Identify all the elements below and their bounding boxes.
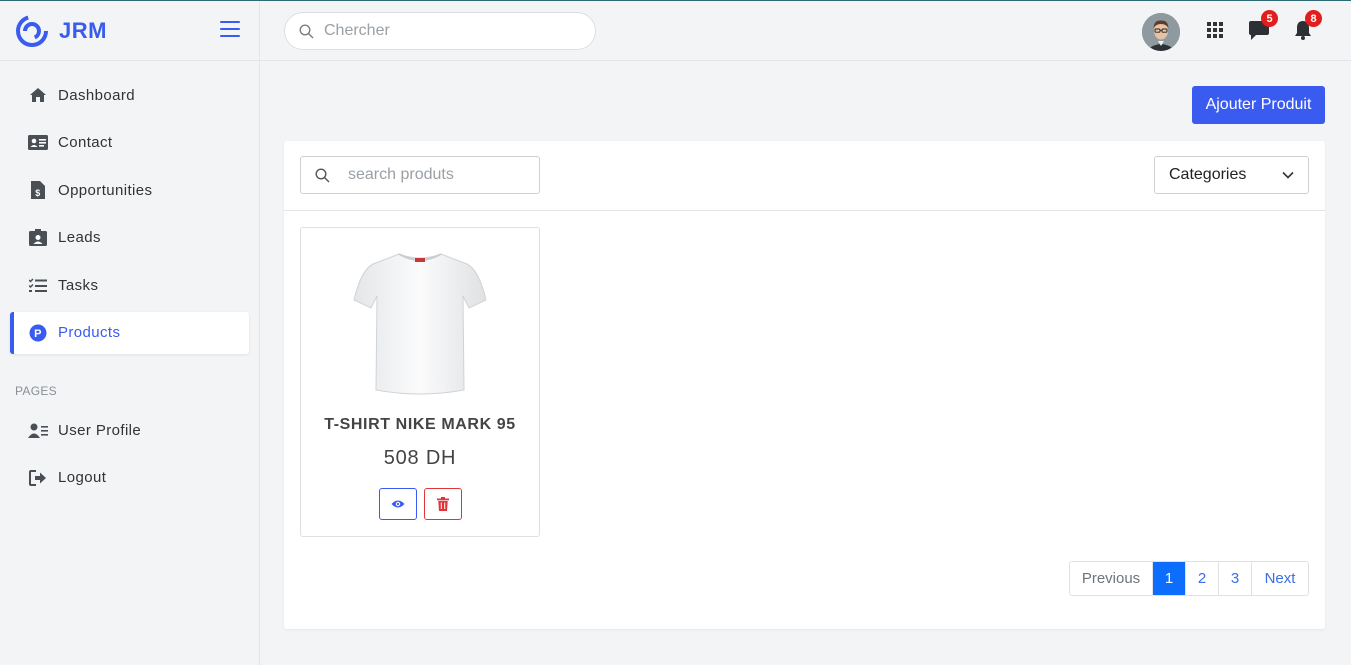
global-search[interactable]: [284, 12, 596, 50]
sidebar-item-label: Opportunities: [58, 181, 153, 199]
pagination: Previous 1 2 3 Next: [1069, 561, 1309, 596]
id-card-icon: [28, 133, 48, 153]
product-card: T-SHIRT NIKE MARK 95 508 DH: [300, 227, 540, 537]
invoice-dollar-icon: $: [28, 180, 48, 200]
apps-grid-icon[interactable]: [1204, 19, 1226, 41]
categories-select-value: Categories: [1169, 166, 1247, 183]
brand-name: JRM: [59, 17, 107, 43]
sidebar-item-label: User Profile: [58, 421, 142, 439]
sidebar-nav: Dashboard Contact $ Opportunities Leads …: [10, 74, 249, 359]
search-icon: [299, 23, 314, 38]
product-image-tshirt: [353, 253, 487, 395]
product-search[interactable]: [300, 156, 540, 194]
delete-product-button[interactable]: [424, 488, 462, 520]
pagination-page-3[interactable]: 3: [1219, 562, 1252, 595]
notifications-bell-icon[interactable]: 8: [1292, 10, 1322, 41]
products-toolbar: Categories: [284, 141, 1325, 211]
pagination-page-1[interactable]: 1: [1153, 562, 1186, 595]
sidebar-item-label: Dashboard: [58, 86, 135, 104]
global-search-input[interactable]: [324, 22, 564, 40]
brand-logo-icon: [16, 14, 48, 47]
avatar[interactable]: [1142, 13, 1180, 51]
id-badge-icon: [28, 228, 48, 248]
logout-icon: [28, 468, 48, 488]
sidebar-item-tasks[interactable]: Tasks: [10, 264, 249, 306]
sidebar-item-dashboard[interactable]: Dashboard: [10, 74, 249, 116]
view-product-button[interactable]: [379, 488, 417, 520]
menu-toggle-icon[interactable]: [220, 21, 240, 39]
sidebar-pages-nav: User Profile Logout: [10, 409, 249, 504]
sidebar-item-label: Tasks: [58, 276, 99, 294]
top-bar: 5 8: [260, 1, 1351, 61]
messages-count-badge: 5: [1261, 10, 1278, 27]
sidebar-item-leads[interactable]: Leads: [10, 217, 249, 259]
sidebar-item-user-profile[interactable]: User Profile: [10, 409, 249, 451]
sidebar-item-logout[interactable]: Logout: [10, 457, 249, 499]
product-name: T-SHIRT NIKE MARK 95: [324, 416, 516, 433]
product-price: 508 DH: [383, 447, 457, 469]
pagination-previous[interactable]: Previous: [1070, 562, 1153, 595]
sidebar: JRM Dashboard Contact $ Opportunities Le: [0, 1, 260, 665]
trash-icon: [437, 497, 449, 511]
home-icon: [28, 85, 48, 105]
eye-icon: [391, 500, 405, 508]
sidebar-item-opportunities[interactable]: $ Opportunities: [10, 169, 249, 211]
tasks-icon: [28, 275, 48, 295]
section-label-pages: PAGES: [15, 384, 57, 398]
categories-select[interactable]: Categories: [1154, 156, 1309, 194]
sidebar-item-label: Products: [58, 324, 121, 341]
svg-text:P: P: [34, 328, 42, 340]
pagination-next[interactable]: Next: [1252, 562, 1308, 595]
sidebar-item-label: Leads: [58, 229, 101, 246]
product-p-icon: P: [28, 323, 48, 343]
sidebar-item-label: Logout: [58, 469, 107, 486]
search-icon: [315, 167, 330, 182]
svg-text:$: $: [35, 188, 40, 198]
sidebar-item-products[interactable]: P Products: [10, 311, 249, 354]
product-search-input[interactable]: [348, 166, 528, 184]
messages-icon[interactable]: 5: [1248, 10, 1278, 41]
user-profile-icon: [28, 420, 48, 440]
sidebar-item-contact[interactable]: Contact: [10, 122, 249, 164]
chevron-down-icon: [1282, 171, 1294, 179]
add-product-button[interactable]: Ajouter Produit: [1192, 86, 1325, 124]
sidebar-item-label: Contact: [58, 134, 113, 151]
pagination-page-2[interactable]: 2: [1186, 562, 1219, 595]
notifications-count-badge: 8: [1305, 10, 1322, 27]
products-card: Categories T-SHIRT NIKE MARK 95 508 DH: [284, 141, 1325, 629]
